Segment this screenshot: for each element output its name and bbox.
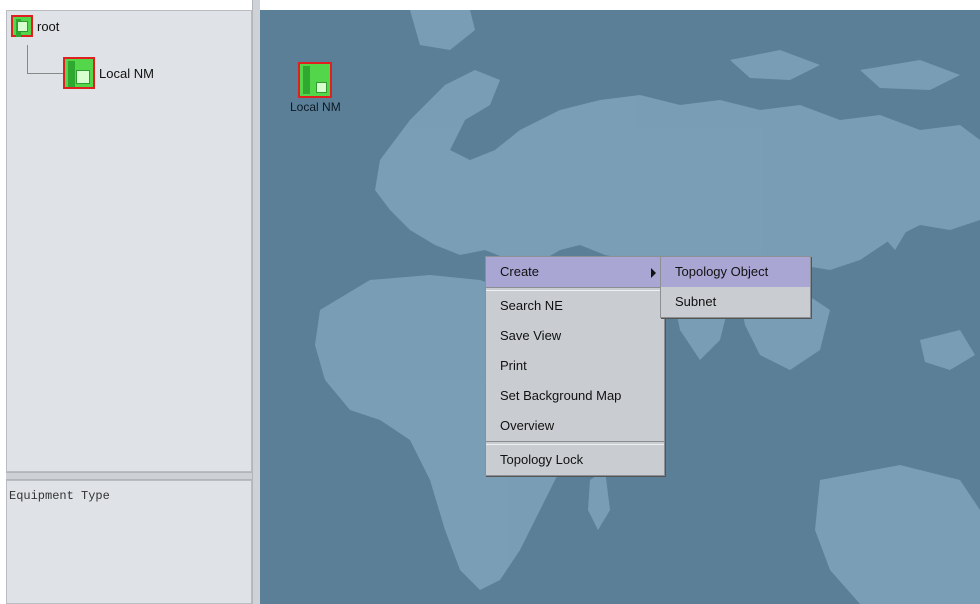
submenu-item-subnet[interactable]: Subnet	[661, 287, 810, 317]
submenu-item-label: Subnet	[675, 294, 717, 309]
submenu-item-topology-object[interactable]: Topology Object	[661, 257, 810, 287]
menu-item-create-label: Create	[500, 264, 540, 279]
menu-item-overview[interactable]: Overview	[486, 411, 664, 441]
equipment-type-label: Equipment Type	[9, 489, 110, 503]
map-node-local-nm[interactable]: Local NM	[290, 62, 341, 114]
horizontal-splitter[interactable]	[6, 472, 252, 480]
context-menu: Create Search NE Save View Print Set Bac…	[485, 256, 665, 476]
menu-item-label: Topology Lock	[500, 452, 584, 467]
menu-item-label: Save View	[500, 328, 562, 343]
menu-item-label: Overview	[500, 418, 555, 433]
menu-item-search-ne[interactable]: Search NE	[486, 291, 664, 321]
menu-item-create[interactable]: Create	[486, 257, 664, 287]
menu-item-print[interactable]: Print	[486, 351, 664, 381]
menu-item-label: Set Background Map	[500, 388, 622, 403]
menu-item-topology-lock[interactable]: Topology Lock	[486, 445, 664, 475]
tree-connector	[27, 45, 28, 73]
submenu-item-label: Topology Object	[675, 264, 769, 279]
menu-item-set-background-map[interactable]: Set Background Map	[486, 381, 664, 411]
tree-node-root[interactable]: root	[11, 15, 59, 37]
map-node-label: Local NM	[290, 100, 341, 114]
equipment-type-panel: Equipment Type	[6, 480, 252, 604]
tree-node-local-nm-label: Local NM	[99, 65, 154, 81]
vertical-splitter[interactable]	[252, 0, 260, 604]
network-node-icon	[11, 15, 33, 37]
tree-node-local-nm[interactable]: Local NM	[63, 57, 154, 89]
menu-item-label: Print	[500, 358, 527, 373]
network-node-icon	[298, 62, 333, 98]
network-node-icon	[63, 57, 95, 89]
tree-connector	[27, 73, 67, 74]
topology-tree-panel: root Local NM	[6, 10, 252, 472]
tree-node-root-label: root	[37, 18, 60, 34]
create-submenu: Topology Object Subnet	[660, 256, 811, 318]
menu-item-save-view[interactable]: Save View	[486, 321, 664, 351]
submenu-arrow-icon	[651, 268, 656, 278]
menu-item-label: Search NE	[500, 298, 563, 313]
